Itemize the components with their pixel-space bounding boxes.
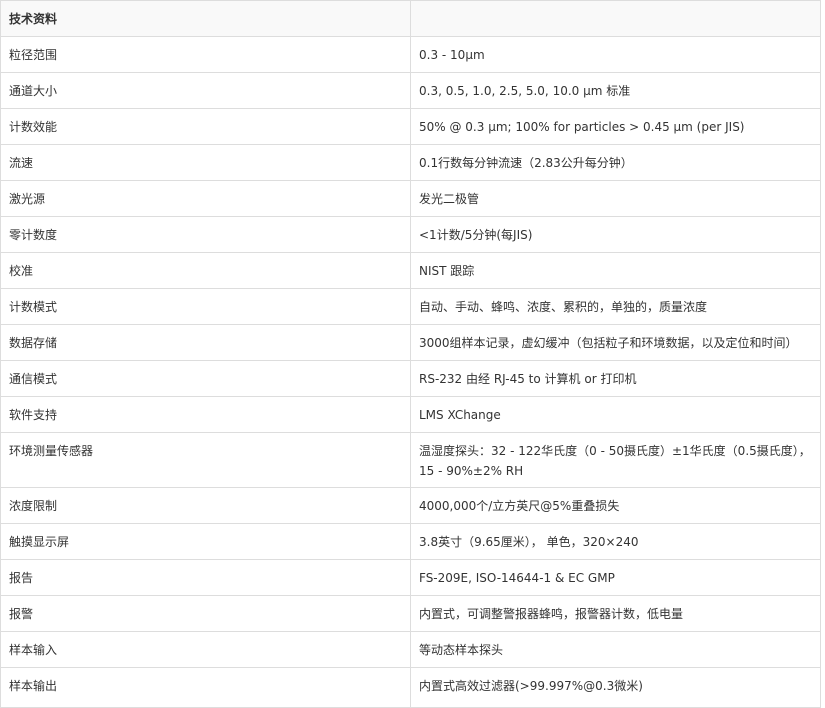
table-header-empty: [410, 0, 821, 37]
row-value: 自动、手动、蜂鸣、浓度、累积的，单独的，质量浓度: [410, 288, 821, 325]
row-value: 等动态样本探头: [410, 631, 821, 668]
table-row: 校准 NIST 跟踪: [0, 252, 821, 289]
row-label: 通道大小: [0, 72, 411, 109]
row-label: 样本输入: [0, 631, 411, 668]
row-value: NIST 跟踪: [410, 252, 821, 289]
row-label: 触摸显示屏: [0, 523, 411, 560]
table-row: 流速 0.1行数每分钟流速（2.83公升每分钟）: [0, 144, 821, 181]
row-value: 50% @ 0.3 µm; 100% for particles > 0.45 …: [410, 108, 821, 145]
row-label: 环境测量传感器: [0, 432, 411, 488]
table-row: 样本输出 内置式高效过滤器(>99.997%@0.3微米): [0, 667, 821, 708]
row-value: 温湿度探头：32 - 122华氏度（0 - 50摄氏度）±1华氏度（0.5摄氏度…: [410, 432, 821, 488]
row-label: 零计数度: [0, 216, 411, 253]
table-row: 浓度限制 4000,000个/立方英尺@5%重叠损失: [0, 487, 821, 524]
row-value: LMS XChange: [410, 396, 821, 433]
row-label: 计数模式: [0, 288, 411, 325]
row-value: RS-232 由经 RJ-45 to 计算机 or 打印机: [410, 360, 821, 397]
row-label: 通信模式: [0, 360, 411, 397]
row-label: 流速: [0, 144, 411, 181]
row-label: 数据存储: [0, 324, 411, 361]
table-row: 零计数度 <1计数/5分钟(每JIS): [0, 216, 821, 253]
row-value: 内置式，可调整警报器蜂鸣，报警器计数，低电量: [410, 595, 821, 632]
table-row: 计数模式 自动、手动、蜂鸣、浓度、累积的，单独的，质量浓度: [0, 288, 821, 325]
table-row: 粒径范围 0.3 - 10µm: [0, 36, 821, 73]
table-row: 激光源 发光二极管: [0, 180, 821, 217]
row-value: 3000组样本记录，虚幻缓冲（包括粒子和环境数据，以及定位和时间）: [410, 324, 821, 361]
table-row: 样本输入 等动态样本探头: [0, 631, 821, 668]
row-label: 激光源: [0, 180, 411, 217]
row-label: 软件支持: [0, 396, 411, 433]
row-value: <1计数/5分钟(每JIS): [410, 216, 821, 253]
table-row: 通道大小 0.3, 0.5, 1.0, 2.5, 5.0, 10.0 µm 标准: [0, 72, 821, 109]
row-label: 浓度限制: [0, 487, 411, 524]
row-label: 计数效能: [0, 108, 411, 145]
row-value: 0.3 - 10µm: [410, 36, 821, 73]
row-value: 3.8英寸（9.65厘米）， 单色，320×240: [410, 523, 821, 560]
row-value: 内置式高效过滤器(>99.997%@0.3微米): [410, 667, 821, 708]
table-row: 数据存储 3000组样本记录，虚幻缓冲（包括粒子和环境数据，以及定位和时间）: [0, 324, 821, 361]
spec-table: 技术资料 粒径范围 0.3 - 10µm 通道大小 0.3, 0.5, 1.0,…: [0, 0, 821, 708]
row-label: 粒径范围: [0, 36, 411, 73]
table-row: 环境测量传感器 温湿度探头：32 - 122华氏度（0 - 50摄氏度）±1华氏…: [0, 432, 821, 488]
row-label: 报告: [0, 559, 411, 596]
table-row: 软件支持 LMS XChange: [0, 396, 821, 433]
row-value: 4000,000个/立方英尺@5%重叠损失: [410, 487, 821, 524]
table-row: 通信模式 RS-232 由经 RJ-45 to 计算机 or 打印机: [0, 360, 821, 397]
table-header-row: 技术资料: [0, 0, 821, 37]
row-label: 样本输出: [0, 667, 411, 708]
row-value: 发光二极管: [410, 180, 821, 217]
table-row: 触摸显示屏 3.8英寸（9.65厘米）， 单色，320×240: [0, 523, 821, 560]
table-row: 报告 FS-209E, ISO-14644-1 & EC GMP: [0, 559, 821, 596]
table-row: 计数效能 50% @ 0.3 µm; 100% for particles > …: [0, 108, 821, 145]
row-label: 校准: [0, 252, 411, 289]
table-row: 报警 内置式，可调整警报器蜂鸣，报警器计数，低电量: [0, 595, 821, 632]
row-value: 0.3, 0.5, 1.0, 2.5, 5.0, 10.0 µm 标准: [410, 72, 821, 109]
table-header: 技术资料: [0, 0, 411, 37]
row-label: 报警: [0, 595, 411, 632]
row-value: FS-209E, ISO-14644-1 & EC GMP: [410, 559, 821, 596]
row-value: 0.1行数每分钟流速（2.83公升每分钟）: [410, 144, 821, 181]
